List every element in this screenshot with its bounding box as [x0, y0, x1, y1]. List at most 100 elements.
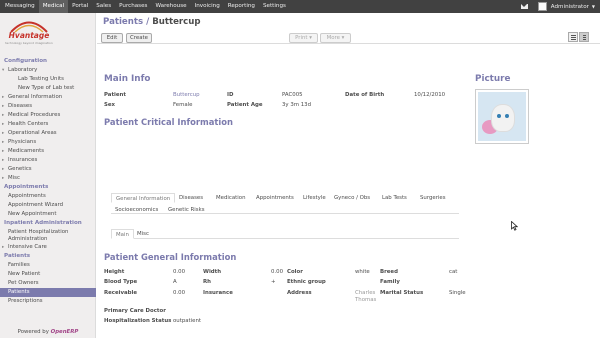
sidebar-item-lab-type[interactable]: New Type of Lab test	[0, 84, 96, 93]
height-value: 0.00	[173, 269, 186, 275]
sidebar-item-intensive-care[interactable]: Intensive Care	[0, 243, 96, 252]
logo-name: Hvantage	[8, 31, 50, 40]
sidebar-item-physicians[interactable]: Physicians	[0, 138, 96, 147]
top-menu: Messaging Medical Portal Sales Purchases…	[1, 0, 290, 13]
menu-portal[interactable]: Portal	[68, 0, 92, 13]
tab-surgeries[interactable]: Surgeries	[420, 193, 446, 203]
height-label: Height	[104, 269, 125, 275]
subtab-main[interactable]: Main	[111, 229, 134, 239]
patient-value[interactable]: Buttercup	[173, 92, 200, 98]
top-menu-bar: Messaging Medical Portal Sales Purchases…	[0, 0, 600, 13]
section-appointments: Appointments	[4, 184, 49, 190]
tab-socioeconomics[interactable]: Socioeconomics	[115, 205, 158, 215]
sidebar-item-hospitalization[interactable]: Patient Hospitalization Administration	[0, 228, 96, 243]
sidebar-item-laboratory[interactable]: Laboratory	[0, 66, 96, 75]
tab-general-information[interactable]: General Information	[111, 193, 176, 203]
receivable-label: Receivable	[104, 290, 138, 296]
sidebar-item-insurances[interactable]: Insurances	[0, 156, 96, 165]
dob-value: 10/12/2010	[414, 92, 446, 98]
address-value[interactable]: Charles Thomas	[355, 290, 377, 303]
sidebar-item-health-centers[interactable]: Health Centers	[0, 120, 96, 129]
menu-messaging[interactable]: Messaging	[1, 0, 39, 13]
tab-diseases[interactable]: Diseases	[179, 193, 203, 203]
hospitalization-status-label: Hospitalization Status	[104, 318, 172, 324]
breadcrumb-current: Buttercup	[152, 17, 201, 27]
sex-label: Sex	[104, 102, 116, 108]
receivable-value: 0.00	[173, 290, 186, 296]
company-logo[interactable]: Hvantage technology beyond imagination	[5, 17, 53, 51]
kitten-image	[478, 92, 526, 141]
more-button[interactable]: More ▾	[320, 33, 351, 43]
print-button[interactable]: Print ▾	[289, 33, 318, 43]
picture-heading: Picture	[475, 74, 511, 84]
blood-type-value: A	[173, 279, 177, 285]
menu-invoicing[interactable]: Invoicing	[191, 0, 224, 13]
patient-photo[interactable]	[475, 89, 529, 144]
width-value: 0.00	[271, 269, 284, 275]
age-label: Patient Age	[227, 102, 263, 108]
sidebar-item-diseases[interactable]: Diseases	[0, 102, 96, 111]
blood-type-label: Blood Type	[104, 279, 138, 285]
tab-genetic-risks[interactable]: Genetic Risks	[168, 205, 205, 215]
user-menu[interactable]: Administrator	[551, 4, 589, 10]
sidebar-item-pet-owners[interactable]: Pet Owners	[0, 279, 96, 288]
sidebar-item-patients[interactable]: Patients	[0, 288, 96, 297]
sidebar-item-operational-areas[interactable]: Operational Areas	[0, 129, 96, 138]
section-configuration: Configuration	[4, 58, 48, 64]
color-value: white	[355, 269, 370, 275]
age-value: 3y 3m 13d	[282, 102, 312, 108]
logo-tagline: technology beyond imagination	[5, 41, 53, 45]
powered-by: Powered by OpenERP	[0, 329, 96, 335]
breadcrumb-parent[interactable]: Patients	[103, 17, 143, 27]
tab-appointments[interactable]: Appointments	[256, 193, 294, 203]
menu-settings[interactable]: Settings	[259, 0, 290, 13]
tab-medication[interactable]: Medication	[216, 193, 245, 203]
marital-status-label: Marital Status	[380, 290, 424, 296]
sidebar-item-appointment-wizard[interactable]: Appointment Wizard	[0, 201, 96, 210]
form-sheet: Main Info Patient Buttercup ID PAC005 Da…	[97, 44, 600, 338]
sidebar-item-appointments[interactable]: Appointments	[0, 192, 96, 201]
dob-label: Date of Birth	[345, 92, 385, 98]
sidebar-item-genetics[interactable]: Genetics	[0, 165, 96, 174]
menu-purchases[interactable]: Purchases	[115, 0, 151, 13]
main-info-heading: Main Info	[104, 74, 151, 84]
chevron-down-icon[interactable]: ▼	[592, 4, 595, 9]
menu-sales[interactable]: Sales	[92, 0, 115, 13]
edit-button[interactable]: Edit	[101, 33, 123, 43]
list-view-icon[interactable]	[568, 32, 578, 42]
avatar[interactable]	[537, 2, 547, 11]
menu-reporting[interactable]: Reporting	[224, 0, 259, 13]
subtab-misc[interactable]: Misc	[137, 229, 149, 239]
powered-by-brand[interactable]: OpenERP	[51, 329, 79, 335]
id-label: ID	[227, 92, 234, 98]
rh-value: +	[271, 279, 276, 285]
address-label: Address	[287, 290, 312, 296]
hospitalization-status-value: outpatient	[173, 318, 202, 324]
form-view-icon[interactable]	[579, 32, 589, 42]
sidebar-item-lab-units[interactable]: Lab Testing Units	[0, 75, 96, 84]
main-content: Patients / Buttercup Edit Create Print ▾…	[97, 13, 600, 338]
ethnic-group-label: Ethnic group	[287, 279, 326, 285]
sidebar-item-families[interactable]: Families	[0, 261, 96, 270]
user-area: Administrator ▼	[520, 0, 595, 13]
breed-value: cat	[449, 269, 458, 275]
create-button[interactable]: Create	[126, 33, 152, 43]
sidebar-item-medicaments[interactable]: Medicaments	[0, 147, 96, 156]
sidebar-item-medical-procedures[interactable]: Medical Procedures	[0, 111, 96, 120]
tab-lifestyle[interactable]: Lifestyle	[303, 193, 326, 203]
id-value: PAC005	[282, 92, 303, 98]
sidebar-item-new-appointment[interactable]: New Appointment	[0, 210, 96, 219]
sidebar-item-general-information[interactable]: General Information	[0, 93, 96, 102]
marital-status-value: Single	[449, 290, 466, 296]
rh-label: Rh	[203, 279, 211, 285]
menu-warehouse[interactable]: Warehouse	[151, 0, 190, 13]
sidebar-item-new-patient[interactable]: New Patient	[0, 270, 96, 279]
sidebar-item-misc[interactable]: Misc	[0, 174, 96, 183]
sex-value: Female	[173, 102, 193, 108]
sidebar-item-prescriptions[interactable]: Prescriptions	[0, 297, 96, 306]
mail-icon[interactable]	[520, 4, 528, 9]
menu-medical[interactable]: Medical	[38, 0, 69, 13]
tab-lab-tests[interactable]: Lab Tests	[382, 193, 407, 203]
tab-gyneco-obs[interactable]: Gyneco / Obs	[334, 193, 370, 203]
section-patients: Patients	[4, 253, 31, 259]
